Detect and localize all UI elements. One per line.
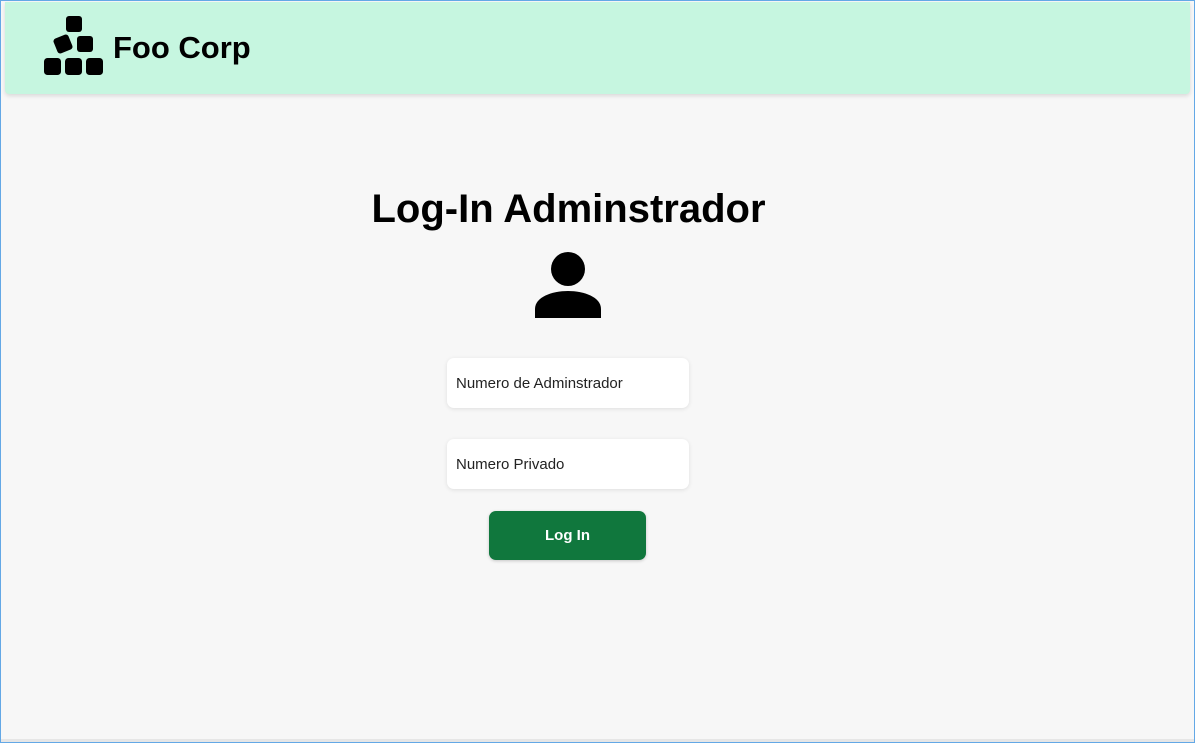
login-button[interactable]: Log In: [489, 511, 646, 560]
page-title: Log-In Adminstrador: [371, 187, 766, 231]
top-header: Foo Corp: [5, 2, 1190, 94]
bottom-divider: [1, 739, 1194, 742]
boxes-stack-icon: [44, 16, 103, 75]
brand-name: Foo Corp: [113, 30, 251, 65]
private-number-input[interactable]: [447, 439, 689, 489]
user-icon: [535, 252, 601, 318]
app-window: Foo Corp Log-In Adminstrador Log In: [0, 0, 1195, 743]
admin-number-input[interactable]: [447, 358, 689, 408]
